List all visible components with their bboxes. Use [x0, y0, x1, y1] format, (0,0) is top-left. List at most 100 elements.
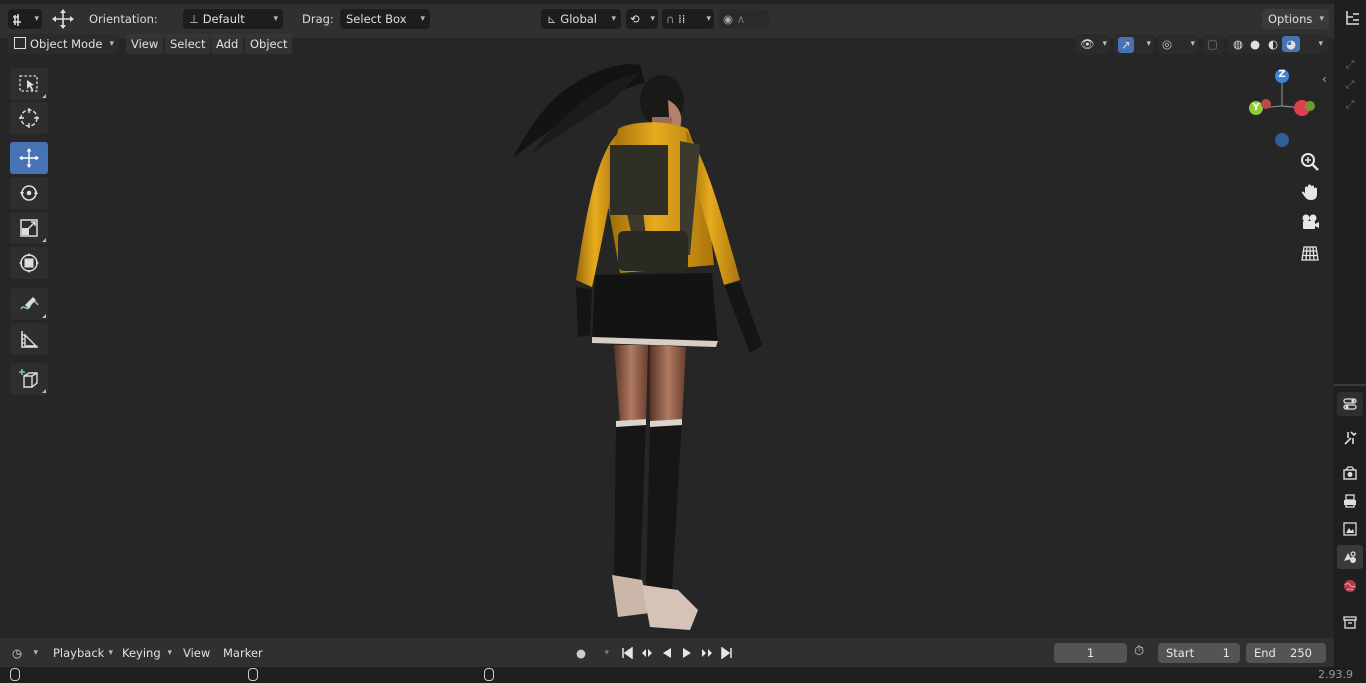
- proportional-edit-icon: ◉: [723, 12, 734, 26]
- drag-dropdown[interactable]: Select Box ▾: [340, 9, 430, 29]
- overlays-icon: ◎: [1162, 37, 1173, 51]
- overlays-dropdown[interactable]: ◎ ▾: [1158, 34, 1198, 54]
- rotate-icon: [20, 185, 38, 201]
- tool-scale[interactable]: [10, 212, 48, 244]
- timeline-view-menu[interactable]: View: [183, 643, 210, 663]
- pivot-icon: ⟲: [630, 12, 640, 26]
- annotate-icon: [20, 297, 39, 310]
- drag-label: Drag:: [302, 12, 334, 26]
- menu-object[interactable]: Object: [245, 34, 293, 54]
- timeline-editor-type-button[interactable]: ◷ ▾: [8, 643, 40, 663]
- transform-orientation-dropdown[interactable]: ⊾ Global ▾: [541, 9, 621, 29]
- chevron-down-icon: ▾: [109, 39, 114, 49]
- menu-add[interactable]: Add: [211, 34, 244, 54]
- divider: [1334, 384, 1366, 386]
- tool-annotate[interactable]: [10, 288, 48, 320]
- world-icon[interactable]: [1337, 574, 1363, 598]
- orientation-value: Default: [202, 12, 245, 26]
- tool-icon[interactable]: [1337, 426, 1363, 450]
- tool-add-cube[interactable]: [10, 363, 48, 395]
- menu-view[interactable]: View: [126, 34, 164, 54]
- end-frame-field[interactable]: End 250: [1246, 643, 1326, 663]
- scene-icon[interactable]: [1337, 545, 1363, 569]
- rendered-shading-icon[interactable]: ◕: [1282, 36, 1300, 52]
- measure-icon: [21, 331, 38, 348]
- menu-select[interactable]: Select: [165, 34, 211, 54]
- tool-rotate[interactable]: [10, 177, 48, 209]
- pivot-point-button[interactable]: ⟲ ▾: [626, 9, 658, 29]
- snap-grid-icon: ⁞⁞: [678, 12, 686, 26]
- collapsed-panel-icons[interactable]: ⤢ ⤢ ⤢: [1340, 55, 1360, 115]
- start-label: Start: [1166, 646, 1195, 660]
- jump-end-icon[interactable]: [718, 645, 736, 661]
- play-icon[interactable]: [678, 645, 696, 661]
- shading-buttons: ◍ ● ◐ ◕ ▾: [1228, 34, 1328, 54]
- mouse-middle-icon: [248, 668, 258, 681]
- options-dropdown[interactable]: Options ▾: [1262, 9, 1329, 29]
- marker-menu[interactable]: Marker: [223, 643, 263, 663]
- mode-dropdown[interactable]: Object Mode ▾: [8, 34, 119, 54]
- hand-icon[interactable]: [1296, 178, 1324, 206]
- orientation-dropdown[interactable]: ⊥ Default ▾: [183, 9, 283, 29]
- transform-icon: [19, 253, 39, 273]
- version-label: 2.93.9: [1318, 668, 1353, 681]
- tool-measure[interactable]: [10, 323, 48, 355]
- gizmo-y-label: Y: [1252, 102, 1260, 113]
- play-reverse-icon[interactable]: [658, 645, 676, 661]
- cursor-icon: [19, 108, 39, 128]
- status-bar: [0, 667, 1366, 683]
- outliner-icon[interactable]: [1343, 8, 1363, 28]
- visibility-dropdown[interactable]: 👁 ▾: [1076, 34, 1110, 54]
- next-keyframe-icon[interactable]: [698, 645, 716, 661]
- snap-button[interactable]: ∩ ⁞⁞ ▾: [662, 9, 714, 29]
- wireframe-shading-icon[interactable]: ◍: [1230, 34, 1246, 54]
- tool-select-box[interactable]: [10, 68, 48, 100]
- magnet-icon: ∩: [666, 12, 675, 26]
- character-model[interactable]: [500, 45, 800, 638]
- transform-pivot-icon[interactable]: [50, 8, 76, 30]
- camera-icon[interactable]: [1296, 208, 1324, 236]
- gizmo-icon: ↗: [1118, 36, 1134, 53]
- zoom-icon[interactable]: [1296, 148, 1324, 176]
- chevron-down-icon: ▾: [604, 648, 609, 658]
- chevron-down-icon: ▾: [1102, 39, 1107, 49]
- editor-type-button[interactable]: ▾: [8, 9, 42, 29]
- gizmo-dropdown[interactable]: ↗ ▾: [1114, 34, 1154, 54]
- output-icon[interactable]: [1337, 489, 1363, 513]
- xray-toggle[interactable]: ▢: [1204, 34, 1224, 54]
- current-frame-field[interactable]: 1: [1054, 643, 1127, 663]
- render-icon[interactable]: [1337, 461, 1363, 485]
- keying-menu[interactable]: Keying ▾: [122, 643, 174, 663]
- orientation-icon: ⊥: [189, 12, 203, 26]
- chevron-down-icon: ▾: [420, 14, 425, 24]
- chevron-down-icon: ▾: [1319, 14, 1324, 24]
- sidebar-toggle-icon[interactable]: ‹: [1322, 72, 1327, 86]
- start-value: 1: [1222, 646, 1230, 660]
- jump-start-icon[interactable]: [618, 645, 636, 661]
- grid-icon[interactable]: [1296, 239, 1324, 267]
- material-shading-icon[interactable]: ◐: [1264, 34, 1282, 54]
- tool-move[interactable]: [10, 142, 48, 174]
- add-cube-icon: [19, 369, 38, 388]
- tool-transform[interactable]: [10, 247, 48, 279]
- view-layer-icon[interactable]: [1337, 517, 1363, 541]
- chevron-down-icon: ▾: [1146, 39, 1151, 49]
- record-icon: ●: [576, 646, 587, 660]
- select-box-icon: [19, 75, 38, 92]
- collection-icon[interactable]: [1337, 610, 1363, 634]
- playback-menu[interactable]: Playback ▾: [53, 643, 115, 663]
- prev-keyframe-icon[interactable]: [638, 645, 656, 661]
- solid-shading-icon[interactable]: ●: [1246, 34, 1264, 54]
- tool-cursor[interactable]: [10, 102, 48, 134]
- stopwatch-icon[interactable]: ⏱: [1134, 644, 1152, 662]
- chevron-down-icon: ▾: [34, 14, 39, 24]
- editor-type-icon: [12, 12, 28, 26]
- proportional-edit-button[interactable]: ◉ ∧: [719, 9, 769, 29]
- display-settings-icon[interactable]: [1337, 392, 1363, 416]
- chevron-down-icon: ▾: [108, 648, 113, 658]
- clock-icon: ◷: [12, 646, 23, 660]
- orientation-label: Orientation:: [89, 12, 158, 26]
- auto-keying-button[interactable]: ● ▾: [572, 643, 612, 663]
- keying-label: Keying: [122, 646, 161, 660]
- start-frame-field[interactable]: Start 1: [1158, 643, 1240, 663]
